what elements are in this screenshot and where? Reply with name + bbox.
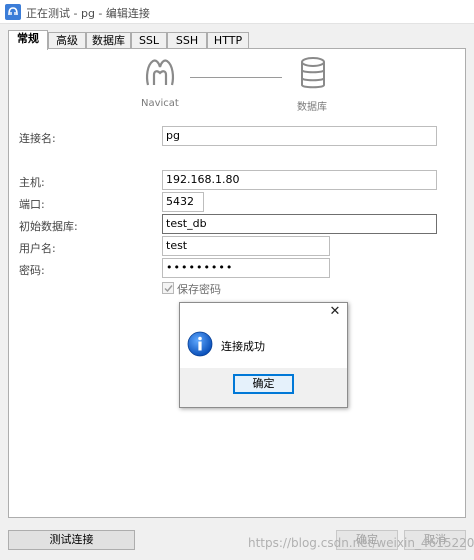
database-icon bbox=[301, 57, 325, 89]
info-icon bbox=[187, 331, 213, 357]
initial-database-input[interactable]: test_db bbox=[162, 214, 437, 234]
checkmark-icon bbox=[164, 285, 173, 293]
dialog-body: 连接成功 bbox=[180, 323, 347, 368]
tab-advanced[interactable]: 高级 bbox=[48, 32, 86, 49]
password-label: 密码: bbox=[19, 264, 45, 277]
tab-ssh[interactable]: SSH bbox=[167, 32, 207, 49]
connection-name-input[interactable]: pg bbox=[162, 126, 437, 146]
connection-name-label: 连接名: bbox=[19, 132, 56, 145]
save-password-label: 保存密码 bbox=[177, 283, 221, 296]
username-input[interactable]: test bbox=[162, 236, 330, 256]
dialog-titlebar[interactable]: ✕ bbox=[180, 303, 347, 323]
password-input[interactable]: ••••••••• bbox=[162, 258, 330, 278]
host-input[interactable]: 192.168.1.80 bbox=[162, 170, 437, 190]
window-titlebar[interactable]: 正在测试 - pg - 编辑连接 bbox=[0, 0, 474, 24]
host-label: 主机: bbox=[19, 176, 45, 189]
database-caption: 数据库 bbox=[297, 102, 327, 113]
save-password-checkbox[interactable] bbox=[162, 282, 174, 294]
dialog-message: 连接成功 bbox=[221, 340, 265, 353]
dialog-ok-button[interactable]: 确定 bbox=[233, 374, 294, 394]
navicat-logo-icon bbox=[145, 59, 175, 86]
port-label: 端口: bbox=[19, 198, 45, 211]
navicat-app-icon bbox=[5, 4, 21, 20]
watermark-text: https://blog.csdn.net/weixin_46152207 bbox=[248, 536, 474, 550]
navicat-caption: Navicat bbox=[141, 98, 179, 109]
initial-database-label: 初始数据库: bbox=[19, 220, 78, 233]
username-label: 用户名: bbox=[19, 242, 56, 255]
window-title: 正在测试 - pg - 编辑连接 bbox=[26, 7, 150, 20]
port-input[interactable]: 5432 bbox=[162, 192, 204, 212]
connection-line bbox=[190, 77, 282, 78]
connection-success-dialog: ✕ 连接成功 确定 bbox=[179, 302, 348, 408]
tab-database[interactable]: 数据库 bbox=[86, 32, 131, 49]
tab-ssl[interactable]: SSL bbox=[131, 32, 167, 49]
tab-general[interactable]: 常规 bbox=[8, 30, 48, 50]
general-tab-panel: Navicat 数据库 连接名: pg 主机: 192.168.1.80 端口:… bbox=[8, 48, 466, 518]
dialog-close-icon[interactable]: ✕ bbox=[327, 304, 343, 320]
test-connection-button[interactable]: 测试连接 bbox=[8, 530, 135, 550]
tab-http[interactable]: HTTP bbox=[207, 32, 249, 49]
